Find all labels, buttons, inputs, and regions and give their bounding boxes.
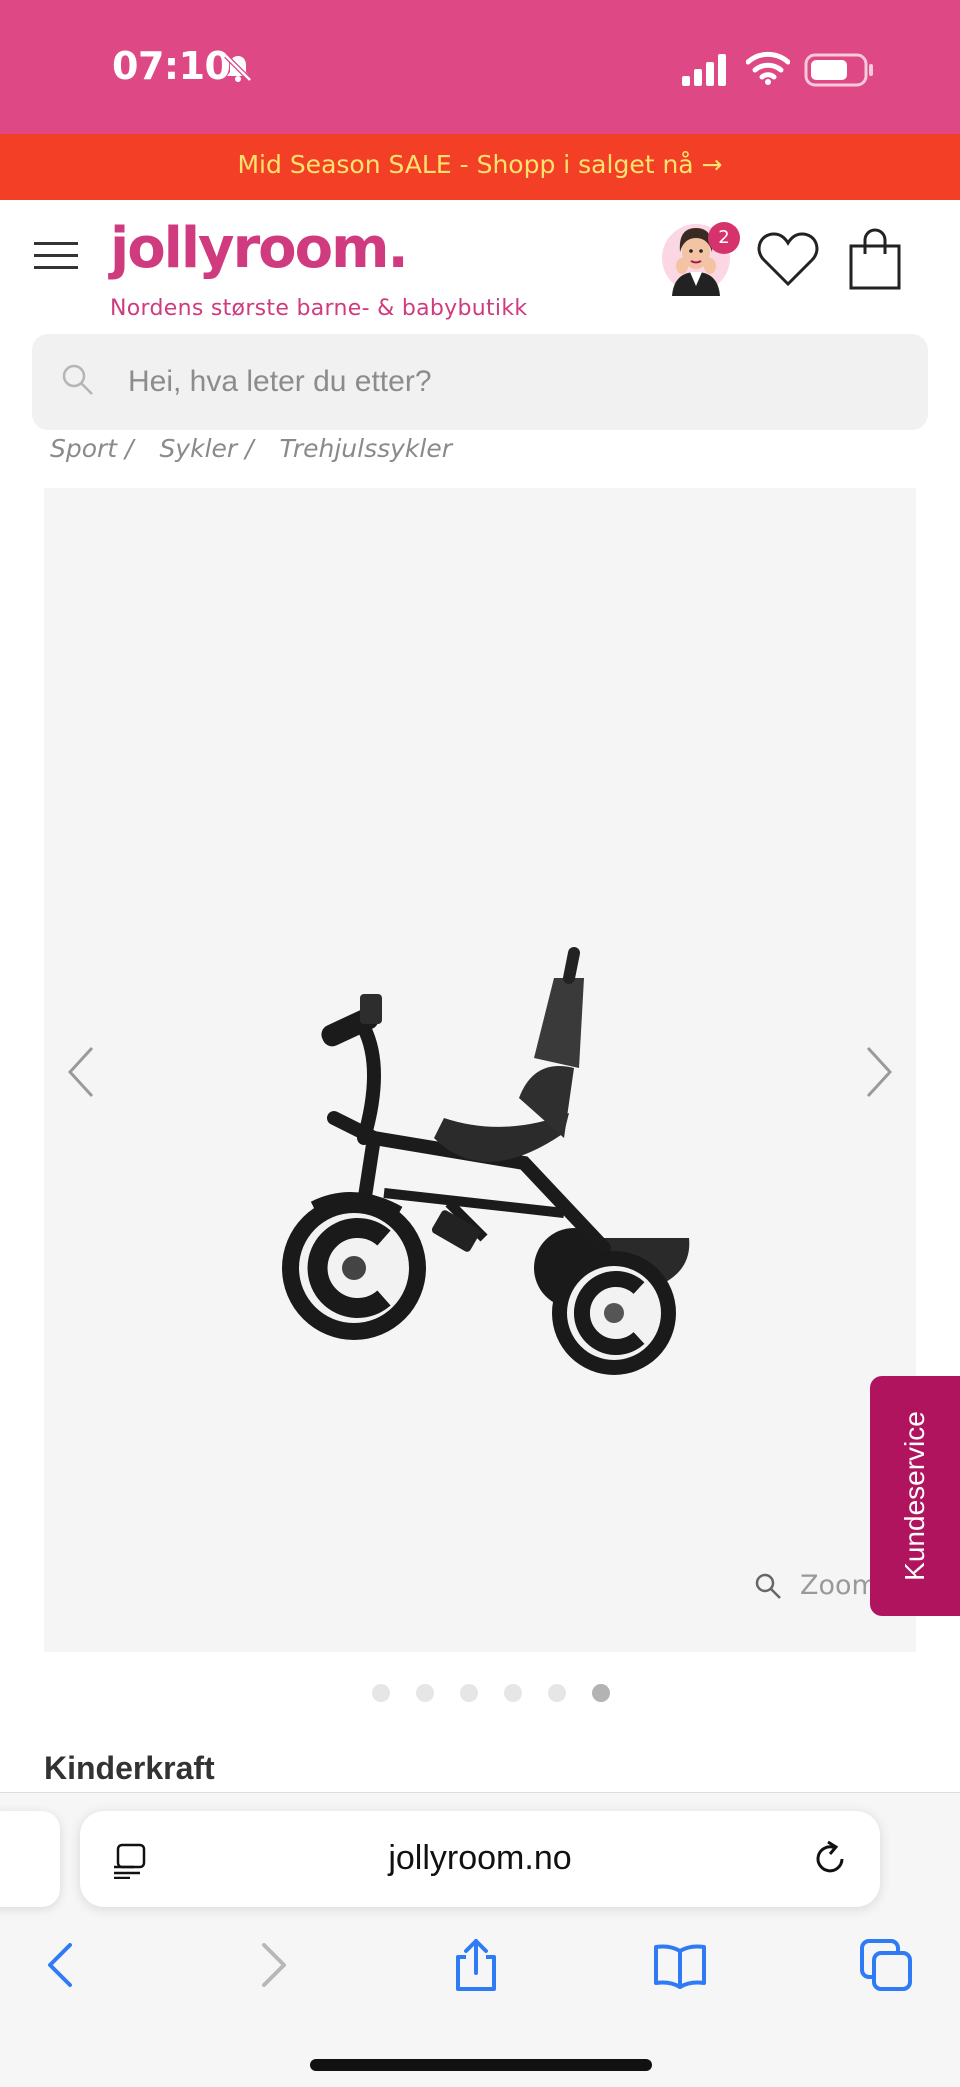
status-time: 07:10 <box>112 44 231 88</box>
bell-muted-icon <box>224 54 252 82</box>
search-bar[interactable] <box>32 334 928 430</box>
gallery-dot[interactable] <box>548 1684 566 1702</box>
status-bar: 07:10 <box>0 0 960 134</box>
wishlist-heart-icon[interactable] <box>756 230 820 288</box>
gallery-dot[interactable] <box>460 1684 478 1702</box>
bookmarks-icon[interactable] <box>652 1937 708 1993</box>
gallery-dot[interactable] <box>372 1684 390 1702</box>
promo-banner[interactable]: Mid Season SALE - Shopp i salget nå → <box>0 134 960 200</box>
battery-icon <box>804 53 873 87</box>
product-brand[interactable]: Kinderkraft <box>44 1750 215 1787</box>
cellular-signal-icon <box>682 54 726 86</box>
breadcrumb-trehjulssykler[interactable]: Trehjulssykler <box>280 434 453 463</box>
tagline: Nordens største barne- & babybutikk <box>110 296 528 321</box>
chevron-left-icon[interactable] <box>64 1044 98 1100</box>
breadcrumb-sport[interactable]: Sport / <box>50 434 133 463</box>
breadcrumb-sykler[interactable]: Sykler / <box>159 434 253 463</box>
chevron-right-icon[interactable] <box>862 1044 896 1100</box>
jollyroom-logo[interactable]: jollyroom. <box>110 216 409 281</box>
address-bar[interactable]: jollyroom.no <box>80 1811 880 1907</box>
gallery-dot-active[interactable] <box>592 1684 610 1702</box>
search-icon <box>62 364 93 395</box>
gallery-dot[interactable] <box>504 1684 522 1702</box>
kundeservice-tab[interactable]: Kundeservice <box>870 1376 960 1616</box>
kundeservice-label: Kundeservice <box>899 1411 930 1581</box>
reload-icon[interactable] <box>810 1839 850 1879</box>
back-icon[interactable] <box>34 1937 90 1993</box>
zoom-label[interactable]: Zoom <box>800 1570 878 1601</box>
previous-tab-preview[interactable] <box>0 1811 60 1907</box>
product-image-gallery[interactable]: Zoom <box>44 488 916 1652</box>
browser-toolbar: jollyroom.no <box>0 1792 960 2087</box>
zoom-icon[interactable] <box>754 1572 782 1600</box>
tabs-icon[interactable] <box>858 1937 914 1993</box>
tricycle-product-image <box>282 947 690 1375</box>
home-indicator <box>310 2059 652 2071</box>
breadcrumb: Sport / Sykler / Trehjulssykler <box>50 434 470 463</box>
url-text[interactable]: jollyroom.no <box>80 1839 880 1878</box>
share-icon[interactable] <box>448 1937 504 1993</box>
avatar-notification-badge: 2 <box>708 222 740 254</box>
shopping-bag-icon[interactable] <box>848 228 902 290</box>
search-input[interactable] <box>126 356 890 408</box>
wifi-icon <box>746 51 790 85</box>
hamburger-menu-icon[interactable] <box>34 240 78 272</box>
forward-icon[interactable] <box>244 1937 300 1993</box>
gallery-dot[interactable] <box>416 1684 434 1702</box>
promo-text: Mid Season SALE - Shopp i salget nå → <box>237 150 723 179</box>
